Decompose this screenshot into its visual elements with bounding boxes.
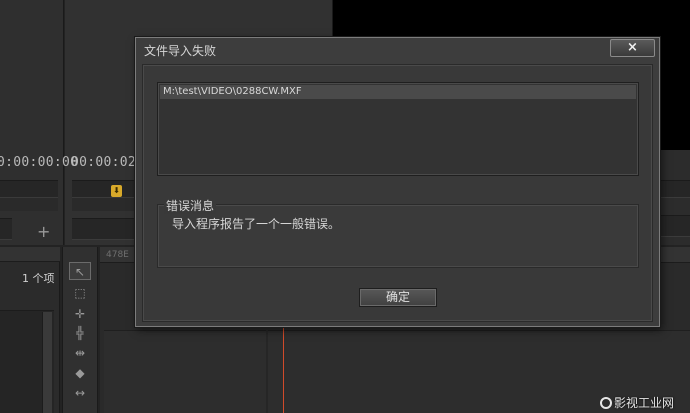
zoom-bar-source[interactable] — [72, 197, 137, 211]
time-ruler-program[interactable] — [660, 180, 690, 198]
time-ruler-source[interactable] — [72, 180, 137, 198]
error-message-group — [157, 204, 639, 268]
ripple-edit-tool-icon[interactable]: ✛ — [69, 305, 91, 323]
transport-program[interactable] — [660, 215, 690, 237]
project-panel-header — [0, 247, 60, 262]
transport-left[interactable] — [0, 218, 12, 240]
list-item[interactable]: M:\test\VIDEO\0288CW.MXF — [160, 85, 636, 99]
timeline-tab[interactable]: 478E — [106, 250, 129, 260]
project-item-count: 1 个项 — [22, 272, 55, 285]
plus-icon[interactable]: + — [37, 222, 50, 241]
rate-stretch-tool-icon[interactable]: ⇹ — [69, 344, 91, 362]
watermark-logo-icon — [599, 397, 612, 409]
dialog-title: 文件导入失败 — [144, 44, 217, 58]
failed-file-list[interactable]: M:\test\VIDEO\0288CW.MXF — [157, 82, 639, 176]
timecode-left: 0:00:00:00 — [0, 155, 79, 170]
watermark: 影视工业网 — [599, 394, 674, 411]
selection-tool-icon[interactable]: ↖ — [69, 262, 91, 280]
close-button[interactable]: × — [610, 39, 655, 57]
track-divider — [266, 330, 268, 413]
marker-icon[interactable]: ⬇ — [111, 185, 122, 197]
error-message-text: 导入程序报告了一个一般错误。 — [172, 217, 341, 231]
playhead[interactable] — [283, 328, 284, 413]
zoom-bar-left[interactable] — [0, 197, 58, 211]
error-group-label: 错误消息 — [164, 197, 217, 214]
watermark-text: 影视工业网 — [613, 396, 674, 410]
dialog-titlebar[interactable]: 文件导入失败 × — [136, 38, 659, 60]
slip-tool-icon[interactable]: ↔ — [69, 384, 91, 402]
ok-button[interactable]: 确定 — [359, 288, 437, 307]
razor-tool-icon[interactable]: ◆ — [69, 364, 91, 382]
project-scrollbar[interactable] — [42, 312, 52, 413]
track-select-tool-icon[interactable]: ⬚ — [69, 284, 91, 302]
transport-source[interactable] — [72, 218, 137, 240]
import-failed-dialog: 文件导入失败 × M:\test\VIDEO\0288CW.MXF 错误消息 导… — [135, 37, 660, 327]
time-ruler-left[interactable] — [0, 180, 58, 198]
rolling-edit-tool-icon[interactable]: ╬ — [69, 324, 91, 342]
